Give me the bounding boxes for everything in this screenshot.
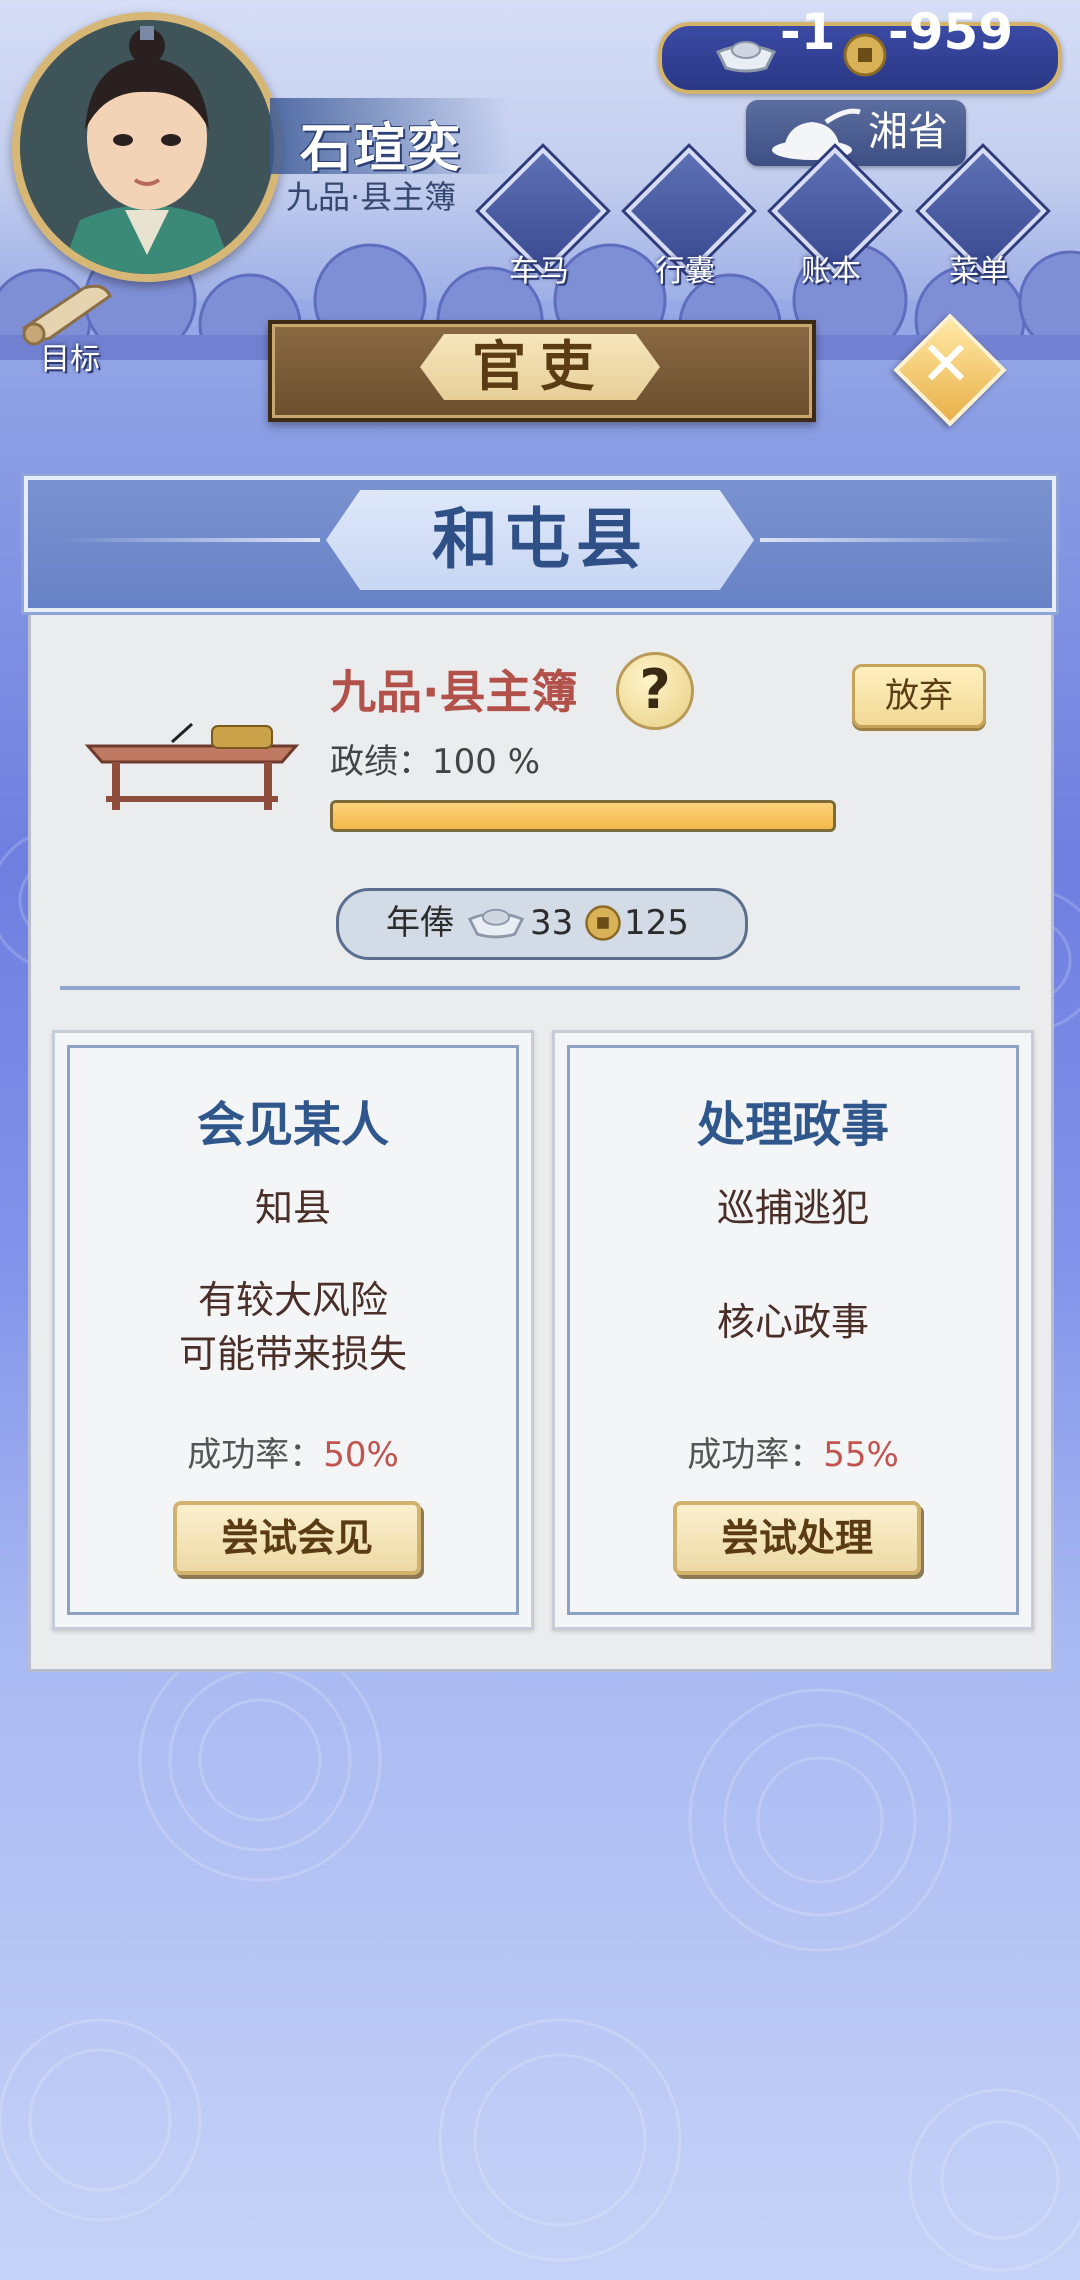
- abandon-button[interactable]: 放弃: [852, 664, 986, 728]
- nav-luggage-label: 行囊: [655, 254, 715, 289]
- try-handle-button[interactable]: 尝试处理: [673, 1501, 921, 1575]
- copper-coin-icon: [843, 33, 887, 77]
- merit-label: 政绩：100 %: [330, 742, 541, 782]
- section-divider: [60, 986, 1020, 990]
- task-card-meet: 会见某人 知县 有较大风险 可能带来损失 成功率：50% 尝试会见: [52, 1030, 534, 1630]
- post-title: 九品·县主簿: [330, 665, 578, 719]
- banner-line-left: [60, 538, 320, 542]
- task-rate-label: 成功率：: [187, 1435, 324, 1475]
- goal-label: 目标: [40, 342, 100, 377]
- task-target: 巡捕逃犯: [716, 1186, 869, 1230]
- player-rank: 九品·县主簿: [286, 178, 457, 216]
- help-button[interactable]: ?: [616, 652, 694, 730]
- official-portrait-icon: [20, 20, 274, 274]
- task-desc-line1: 核心政事: [716, 1300, 869, 1344]
- province-name: 湘省: [868, 109, 948, 155]
- page-title: 官吏: [472, 335, 608, 398]
- nav-carriage-label: 车马: [509, 254, 569, 289]
- player-name: 石瑄奕: [300, 119, 463, 179]
- salary-silver: 33: [530, 903, 574, 943]
- nav-menu-label: 菜单: [949, 254, 1009, 289]
- nav-menu-button[interactable]: 菜单: [914, 147, 1047, 289]
- avatar[interactable]: [12, 12, 282, 282]
- salary-label: 年俸: [386, 903, 454, 943]
- task-rate-label: 成功率：: [687, 1435, 824, 1475]
- task-desc-line1: 有较大风险: [197, 1278, 388, 1322]
- task-rate-value: 50%: [323, 1435, 399, 1475]
- copper-amount: -959: [888, 3, 1014, 61]
- merit-progress-fill: [333, 803, 833, 829]
- desk-icon: [84, 722, 300, 810]
- county-name: 和屯县: [432, 501, 648, 578]
- salary-copper: 125: [624, 903, 689, 943]
- task-desc-line2: 可能带来损失: [178, 1332, 407, 1376]
- task-rate-value: 55%: [823, 1435, 899, 1475]
- nav-luggage-button[interactable]: 行囊: [620, 147, 753, 289]
- copper-coin-icon: [585, 905, 621, 941]
- task-success-rate: 成功率：50%: [55, 1427, 531, 1476]
- silver-amount: -1: [780, 3, 836, 61]
- task-target: 知县: [254, 1186, 331, 1230]
- nav-carriage-button[interactable]: 车马: [474, 147, 607, 289]
- task-success-rate: 成功率：55%: [555, 1427, 1031, 1476]
- nav-ledger-label: 账本: [801, 254, 861, 289]
- nav-ledger-button[interactable]: 账本: [766, 147, 899, 289]
- silver-ingot-icon: [715, 41, 777, 73]
- banner-line-right: [760, 538, 1020, 542]
- task-title: 处理政事: [696, 1097, 889, 1153]
- official-hat-icon: [772, 108, 861, 160]
- silver-ingot-icon: [467, 908, 525, 939]
- task-card-affairs: 处理政事 巡捕逃犯 核心政事 成功率：55% 尝试处理: [552, 1030, 1034, 1630]
- merit-progress-bar: [330, 800, 836, 832]
- try-meet-button[interactable]: 尝试会见: [173, 1501, 421, 1575]
- close-icon: ✕: [920, 327, 972, 400]
- task-title: 会见某人: [196, 1097, 389, 1153]
